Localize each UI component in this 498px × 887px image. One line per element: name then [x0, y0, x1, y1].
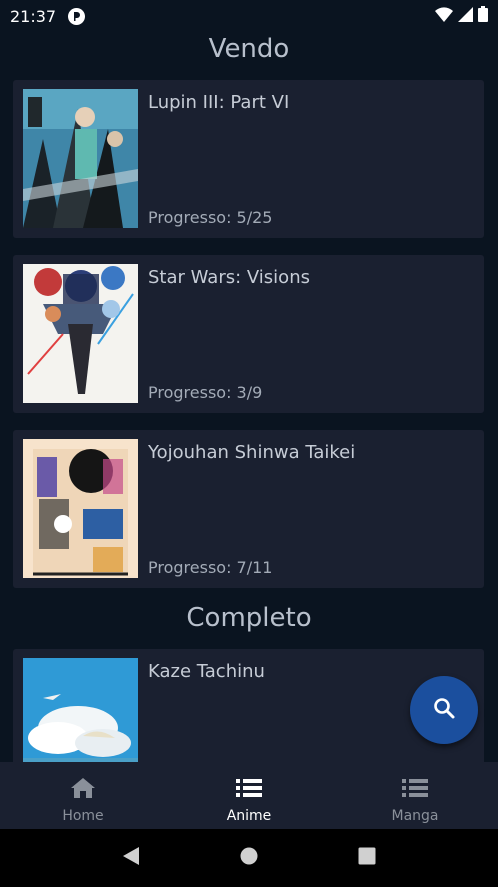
anime-title: Kaze Tachinu: [148, 661, 265, 682]
anime-card-star-wars[interactable]: Star Wars: Visions Progresso: 3/9: [13, 255, 484, 413]
anime-card-lupin[interactable]: Lupin III: Part VI Progresso: 5/25: [13, 80, 484, 238]
nav-label: Anime: [226, 808, 272, 824]
cover-image: [23, 89, 138, 228]
system-navigation-bar: [0, 829, 498, 887]
anime-card-yojouhan[interactable]: Yojouhan Shinwa Taikei Progresso: 7/11: [13, 430, 484, 588]
section-title-vendo: Vendo: [208, 34, 290, 64]
recents-icon[interactable]: [358, 847, 376, 869]
anime-progress: Progresso: 3/9: [148, 383, 263, 402]
wifi-icon: [435, 6, 453, 26]
list-icon: [402, 777, 428, 803]
status-time: 21:37: [10, 6, 57, 26]
nav-item-manga[interactable]: Manga: [332, 762, 498, 829]
status-bar: 21:37: [0, 0, 498, 32]
cover-image: [23, 439, 138, 578]
bottom-navigation: Home Anime Manga: [0, 762, 498, 829]
signal-icon: [458, 6, 473, 26]
anime-list[interactable]: Vendo Lupin III: Part VI Progresso: 5/25: [0, 32, 498, 762]
anime-progress: Progresso: 5/25: [148, 208, 273, 227]
anime-title: Lupin III: Part VI: [148, 92, 290, 113]
nav-item-anime[interactable]: Anime: [166, 762, 332, 829]
search-icon: [432, 696, 456, 724]
battery-icon: [478, 6, 488, 26]
anime-progress: Progresso: 7/11: [148, 558, 273, 577]
nav-label: Home: [62, 808, 104, 824]
home-circle-icon[interactable]: [240, 847, 258, 869]
home-icon: [70, 777, 96, 803]
cover-image: [23, 264, 138, 403]
section-title-completo: Completo: [186, 603, 312, 633]
nav-item-home[interactable]: Home: [0, 762, 166, 829]
list-icon: [236, 777, 262, 803]
anime-title: Star Wars: Visions: [148, 267, 310, 288]
search-button[interactable]: [410, 676, 478, 744]
cover-image: [23, 658, 138, 762]
app-notification-icon: [68, 7, 86, 25]
back-icon[interactable]: [122, 846, 140, 870]
anime-title: Yojouhan Shinwa Taikei: [148, 442, 356, 463]
nav-label: Manga: [391, 808, 439, 824]
